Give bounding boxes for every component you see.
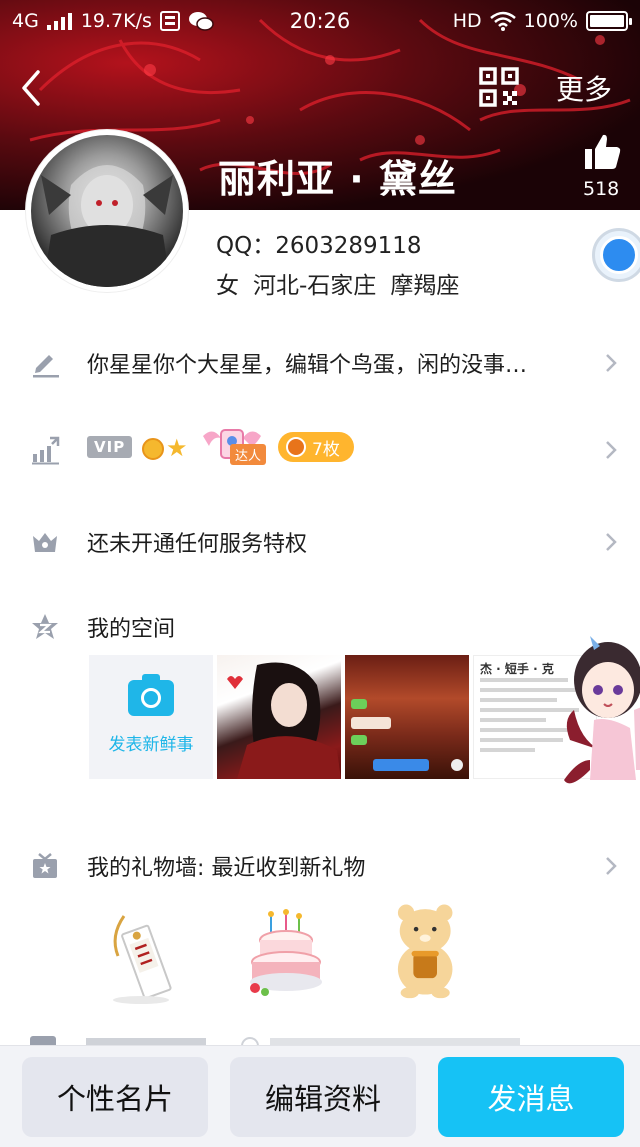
wifi-icon xyxy=(489,11,516,31)
gift-list xyxy=(96,900,476,1010)
floating-bubble-button[interactable] xyxy=(592,228,640,282)
medal-count-badge[interactable]: 7枚 xyxy=(278,432,354,462)
signature-row[interactable]: 你星星你个大星星，编辑个鸟蛋，闲的没事… xyxy=(0,333,640,393)
space-photo-2[interactable] xyxy=(345,655,469,779)
network-speed: 19.7K/s xyxy=(80,10,152,32)
gift-wall-row[interactable]: 我的礼物墙: 最近收到新礼物 xyxy=(0,836,640,896)
level-row[interactable]: VIP ★ 达人 7枚 xyxy=(0,420,640,480)
gift-box-icon xyxy=(33,853,57,878)
space-row[interactable]: 我的空间 xyxy=(0,597,640,657)
chevron-right-icon xyxy=(606,857,617,875)
hd-indicator: HD xyxy=(452,10,482,32)
anime-girl-illustration xyxy=(41,165,173,287)
blue-circle-icon xyxy=(600,236,638,274)
back-arrow-icon[interactable] xyxy=(16,66,48,110)
wechat-icon xyxy=(188,12,214,31)
qr-code-icon[interactable] xyxy=(478,66,520,108)
space-photo-1[interactable] xyxy=(217,655,341,779)
medal-count: 7枚 xyxy=(312,439,340,460)
avatar[interactable] xyxy=(26,130,188,292)
privilege-text: 还未开通任何服务特权 xyxy=(87,532,308,557)
send-message-button[interactable]: 发消息 xyxy=(438,1057,624,1137)
birthday-cake-gift-icon[interactable] xyxy=(241,906,331,1006)
post-new-button[interactable]: 发表新鲜事 xyxy=(89,655,213,779)
gift-wall-title: 我的礼物墙: 最近收到新礼物 xyxy=(87,856,366,881)
network-type: 4G xyxy=(12,10,39,32)
level-chart-icon xyxy=(32,436,60,465)
edit-profile-button[interactable]: 编辑资料 xyxy=(230,1057,416,1137)
like-count: 518 xyxy=(583,178,620,200)
anime-sticker-decoration xyxy=(564,636,640,784)
crown-icon xyxy=(33,533,57,552)
honey-bear-gift-icon[interactable] xyxy=(382,900,472,1000)
star-level-icon: ★ xyxy=(166,434,188,462)
vip-badge: VIP xyxy=(87,436,133,458)
amulet-gift-icon[interactable] xyxy=(96,906,186,1006)
profile-name: 丽利亚 · 黛丝 xyxy=(218,157,457,201)
pencil-icon xyxy=(33,355,59,378)
gender: 女 xyxy=(216,273,239,299)
space-photo-strip: 发表新鲜事 杰 · 短手 · 克 xyxy=(89,655,597,779)
medal-icon xyxy=(286,437,306,457)
zodiac: 摩羯座 xyxy=(390,273,460,299)
avatar-image xyxy=(31,135,183,287)
next-row-cut-off xyxy=(30,1036,520,1046)
profile-info: 女 河北-石家庄 摩羯座 xyxy=(216,266,459,300)
chevron-right-icon xyxy=(606,533,617,551)
video-frame-illustration xyxy=(351,699,463,771)
sun-level-icon xyxy=(142,438,164,460)
profile-card-button[interactable]: 个性名片 xyxy=(22,1057,208,1137)
more-button[interactable]: 更多 xyxy=(556,68,612,108)
top-nav: 更多 xyxy=(0,60,640,116)
thumbs-up-icon[interactable] xyxy=(582,132,622,172)
app-notification-icon xyxy=(159,11,180,31)
battery-percent: 100% xyxy=(523,10,578,32)
space-photo-3-title: 杰 · 短手 · 克 xyxy=(480,662,554,676)
qq-label: QQ： xyxy=(216,233,276,259)
chevron-right-icon xyxy=(606,354,617,372)
signal-icon xyxy=(46,13,72,30)
qq-value: 2603289118 xyxy=(275,233,422,259)
status-bar: 4G 19.7K/s 20:26 HD 100% xyxy=(0,0,640,42)
qq-number: QQ：2603289118 xyxy=(216,226,422,260)
qzone-star-icon xyxy=(32,614,58,639)
privilege-row[interactable]: 还未开通任何服务特权 xyxy=(0,512,640,572)
chevron-right-icon xyxy=(606,441,617,459)
battery-icon xyxy=(586,11,632,31)
location: 河北-石家庄 xyxy=(253,273,377,299)
post-new-label: 发表新鲜事 xyxy=(108,734,194,755)
signature-text: 你星星你个大星星，编辑个鸟蛋，闲的没事… xyxy=(87,353,528,378)
anime-portrait-illustration xyxy=(227,662,341,779)
camera-icon xyxy=(128,673,174,716)
daren-tag: 达人 xyxy=(230,444,267,465)
space-title: 我的空间 xyxy=(87,617,176,642)
